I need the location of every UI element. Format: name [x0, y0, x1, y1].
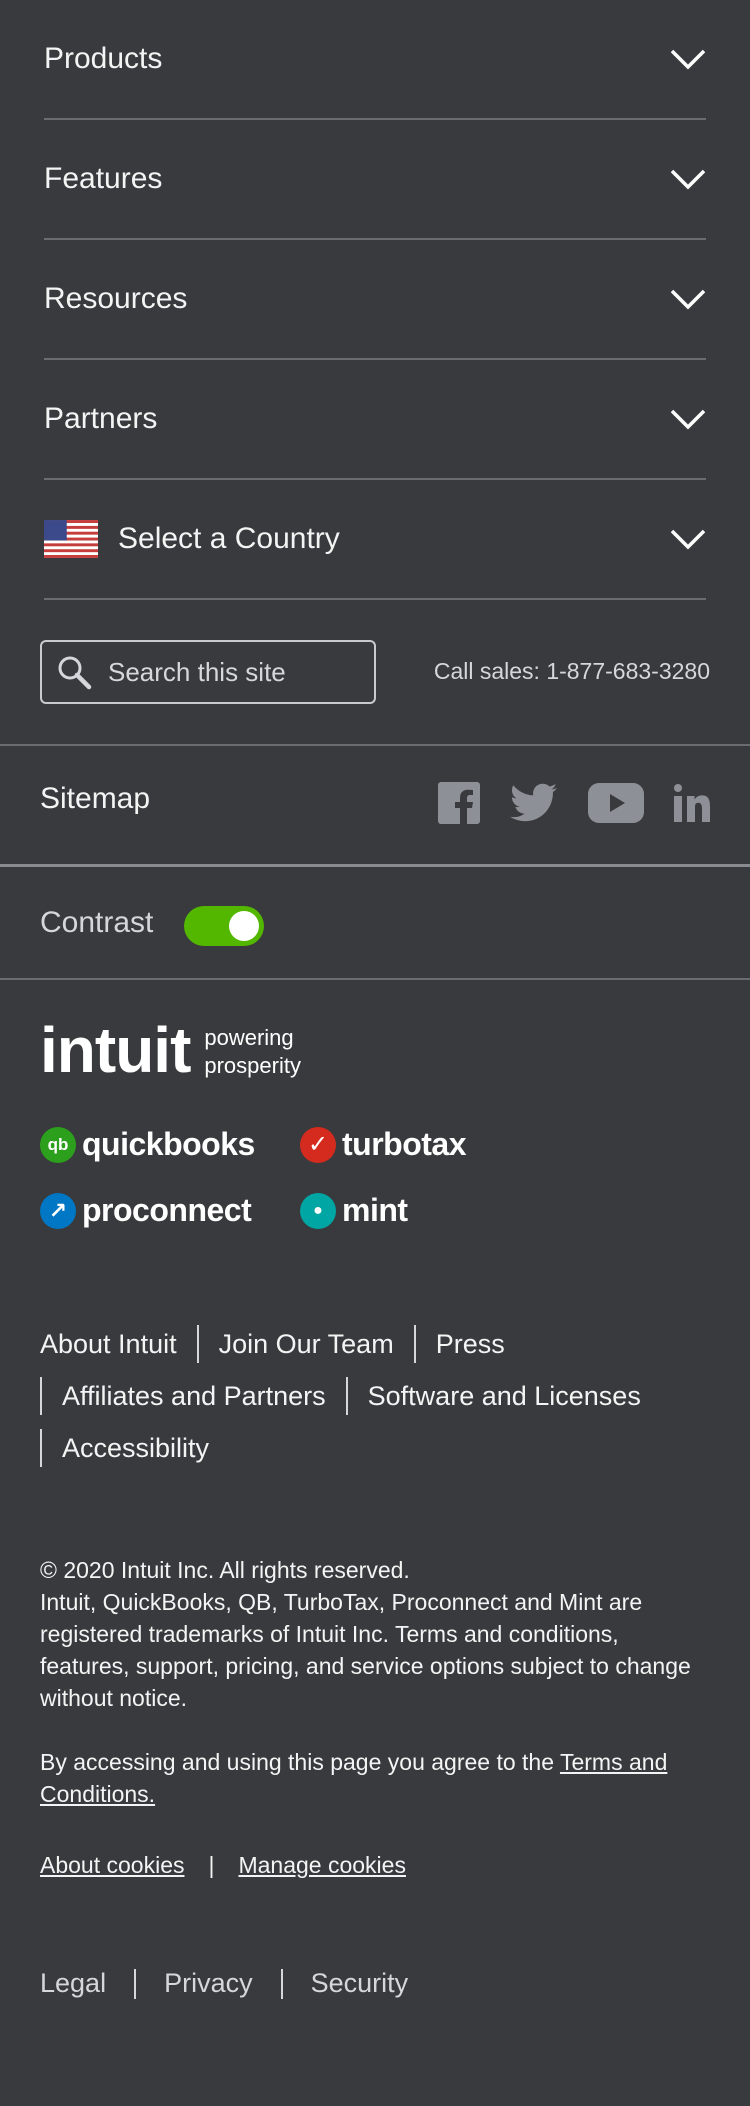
company-links-row-1: About Intuit Join Our Team Press: [40, 1325, 505, 1363]
join-our-team-link[interactable]: Join Our Team: [219, 1329, 394, 1360]
terms-agreement: By accessing and using this page you agr…: [40, 1746, 710, 1810]
chevron-down-icon: [670, 289, 706, 310]
press-link[interactable]: Press: [436, 1329, 505, 1360]
nav-item-label: Features: [44, 162, 163, 195]
call-sales-text: Call sales: 1-877-683-3280: [433, 658, 710, 684]
affiliates-link[interactable]: Affiliates and Partners: [62, 1381, 326, 1412]
manage-cookies-link[interactable]: Manage cookies: [238, 1852, 406, 1879]
facebook-icon[interactable]: [438, 782, 480, 824]
sitemap-link[interactable]: Sitemap: [40, 782, 150, 816]
bottom-links: Legal Privacy Security: [40, 1968, 408, 1999]
agree-text: By accessing and using this page you agr…: [40, 1749, 560, 1775]
quickbooks-icon: qb: [40, 1126, 76, 1163]
country-label: Select a Country: [118, 522, 340, 555]
nav-item-partners[interactable]: Partners: [44, 360, 706, 480]
company-links-row-3: Accessibility: [40, 1429, 209, 1467]
nav-item-products[interactable]: Products: [44, 0, 706, 120]
contrast-label: Contrast: [40, 906, 154, 939]
youtube-icon[interactable]: [588, 783, 644, 823]
quickbooks-logo[interactable]: qb quickbooks: [40, 1126, 255, 1163]
chevron-down-icon: [670, 169, 706, 190]
chevron-down-icon: [670, 529, 706, 550]
search-icon: [58, 656, 92, 690]
nav-item-label: Products: [44, 42, 163, 75]
separator: [280, 1968, 283, 1999]
software-licenses-link[interactable]: Software and Licenses: [368, 1381, 641, 1412]
nav-item-label: Partners: [44, 402, 158, 435]
proconnect-icon: ↗: [40, 1192, 76, 1229]
security-link[interactable]: Security: [311, 1968, 409, 1999]
company-links-row-2: Affiliates and Partners Software and Lic…: [40, 1377, 641, 1415]
separator: |: [208, 1852, 215, 1878]
separator: [134, 1968, 137, 1999]
intuit-tagline: powering prosperity: [204, 1025, 301, 1078]
cookie-links: About cookies | Manage cookies: [40, 1852, 406, 1879]
brand-name: mint: [342, 1192, 408, 1228]
us-flag-icon: [44, 520, 98, 558]
mint-logo[interactable]: ● mint: [300, 1192, 408, 1229]
chevron-down-icon: [670, 409, 706, 430]
trademark-text: Intuit, QuickBooks, QB, TurboTax, Procon…: [40, 1589, 691, 1711]
social-links: [438, 782, 710, 824]
mint-leaf-icon: ●: [300, 1192, 336, 1229]
legal-text: © 2020 Intuit Inc. All rights reserved. …: [40, 1554, 710, 1714]
nav-item-resources[interactable]: Resources: [44, 240, 706, 360]
about-intuit-link[interactable]: About Intuit: [40, 1329, 177, 1360]
search-box[interactable]: [40, 640, 376, 704]
about-cookies-link[interactable]: About cookies: [40, 1852, 184, 1879]
twitter-icon[interactable]: [510, 783, 558, 823]
divider: [0, 978, 750, 980]
nav-item-features[interactable]: Features: [44, 120, 706, 240]
search-input[interactable]: [108, 656, 358, 688]
separator: [413, 1325, 416, 1363]
proconnect-logo[interactable]: ↗ proconnect: [40, 1192, 252, 1229]
contrast-toggle[interactable]: [184, 906, 264, 946]
separator: [40, 1429, 42, 1467]
copyright-text: © 2020 Intuit Inc. All rights reserved.: [40, 1557, 410, 1583]
brand-name: proconnect: [82, 1192, 252, 1228]
divider: [0, 744, 750, 746]
brand-name: turbotax: [342, 1126, 467, 1162]
brand-name: quickbooks: [82, 1126, 255, 1162]
divider: [0, 864, 750, 867]
intuit-logo[interactable]: intuit powering prosperity: [40, 1018, 301, 1082]
chevron-down-icon: [670, 49, 706, 70]
legal-link[interactable]: Legal: [40, 1968, 106, 1999]
intuit-wordmark: intuit: [40, 1014, 191, 1086]
country-selector[interactable]: Select a Country: [44, 480, 706, 600]
separator: [345, 1377, 348, 1415]
nav-item-label: Resources: [44, 282, 188, 315]
accessibility-link[interactable]: Accessibility: [62, 1433, 209, 1464]
toggle-knob: [229, 911, 259, 941]
linkedin-icon[interactable]: [674, 784, 710, 822]
separator: [40, 1377, 42, 1415]
turbotax-logo[interactable]: ✓ turbotax: [300, 1126, 467, 1163]
turbotax-check-icon: ✓: [300, 1126, 336, 1163]
separator: [196, 1325, 199, 1363]
privacy-link[interactable]: Privacy: [164, 1968, 253, 1999]
